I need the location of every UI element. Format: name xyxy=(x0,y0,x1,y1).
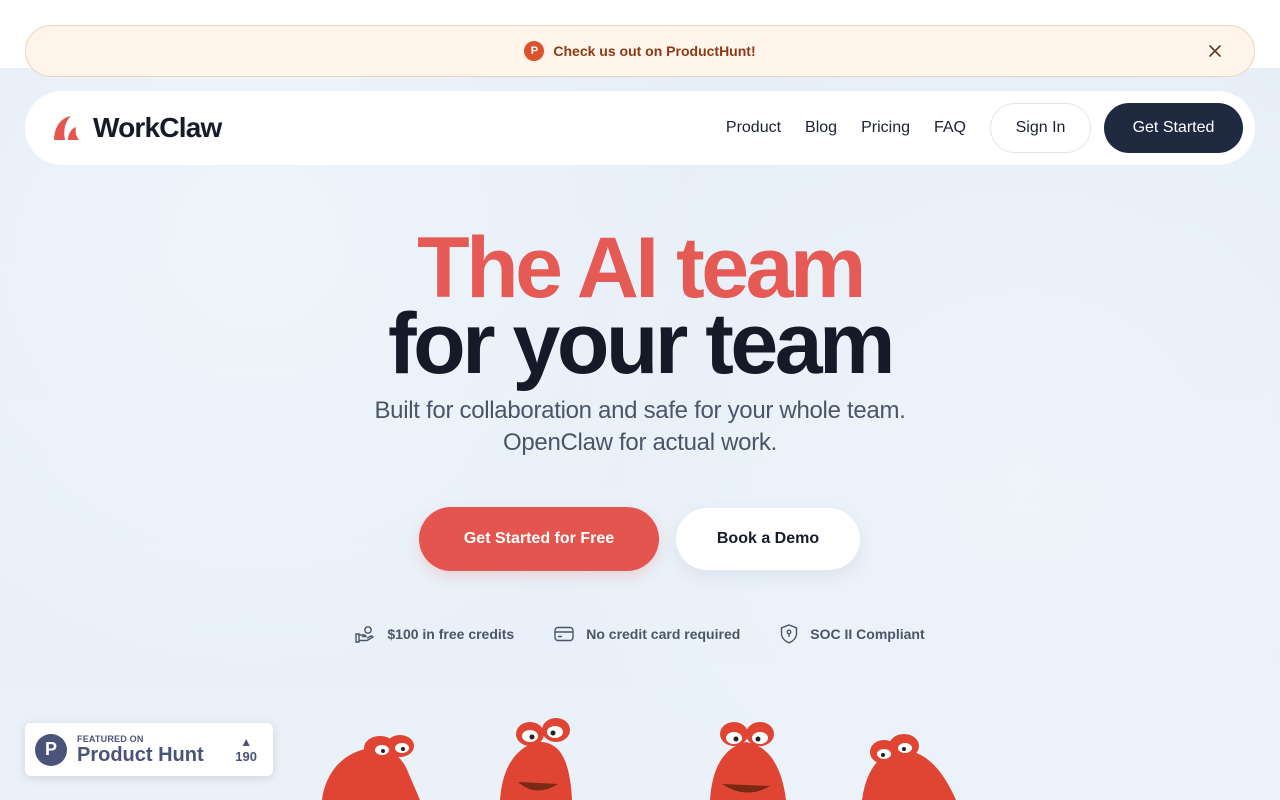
producthunt-badge[interactable]: P FEATURED ON Product Hunt ▲ 190 xyxy=(25,723,273,776)
producthunt-logo-icon: P xyxy=(35,733,67,766)
mascot-3 xyxy=(710,722,786,800)
hero-subtitle-line2: OpenClaw for actual work. xyxy=(503,429,777,456)
brand-name: WorkClaw xyxy=(93,112,222,143)
nav-link-product[interactable]: Product xyxy=(726,119,781,137)
hero-title-line2: for your team xyxy=(387,296,896,392)
feature-no-card: No credit card required xyxy=(554,626,740,642)
mascot-1 xyxy=(322,735,420,800)
announcement-banner[interactable]: P Check us out on ProductHunt! xyxy=(25,25,1255,77)
upvote-count: ▲ 190 xyxy=(235,735,257,764)
feature-list: $100 in free credits No credit card requ… xyxy=(0,624,1280,644)
get-started-free-button[interactable]: Get Started for Free xyxy=(419,507,659,571)
sign-in-button[interactable]: Sign In xyxy=(990,103,1091,153)
banner-text[interactable]: Check us out on ProductHunt! xyxy=(553,43,755,59)
feature-label: No credit card required xyxy=(586,626,741,642)
book-demo-button[interactable]: Book a Demo xyxy=(676,508,860,570)
upvote-arrow-icon: ▲ xyxy=(240,735,253,749)
claw-logo-icon xyxy=(54,116,79,140)
nav-link-faq[interactable]: FAQ xyxy=(934,119,966,137)
get-started-button[interactable]: Get Started xyxy=(1104,103,1243,153)
feature-label: SOC II Compliant xyxy=(810,626,925,642)
producthunt-icon: P xyxy=(524,41,545,61)
nav-link-pricing[interactable]: Pricing xyxy=(861,119,910,137)
feature-free-credits: $100 in free credits xyxy=(355,625,514,643)
credit-card-icon xyxy=(554,626,574,642)
shield-icon xyxy=(781,624,798,644)
hero-subtitle-line1: Built for collaboration and safe for you… xyxy=(374,397,906,424)
vote-count: 190 xyxy=(235,749,257,764)
nav-links: Product Blog Pricing FAQ Sign In Get Sta… xyxy=(726,103,1255,153)
close-icon[interactable] xyxy=(1204,40,1226,62)
brand-logo[interactable]: WorkClaw xyxy=(51,112,222,144)
badge-title: Product Hunt xyxy=(77,743,204,766)
badge-caption: FEATURED ON xyxy=(77,733,144,744)
feature-soc2: SOC II Compliant xyxy=(780,624,925,644)
mascot-2 xyxy=(500,718,572,800)
nav-link-blog[interactable]: Blog xyxy=(805,119,837,137)
navbar: WorkClaw Product Blog Pricing FAQ Sign I… xyxy=(25,91,1255,165)
mascot-4 xyxy=(862,734,956,800)
feature-label: $100 in free credits xyxy=(387,626,515,642)
badge-text: FEATURED ON Product Hunt xyxy=(77,734,204,766)
hand-coins-icon xyxy=(355,626,375,643)
